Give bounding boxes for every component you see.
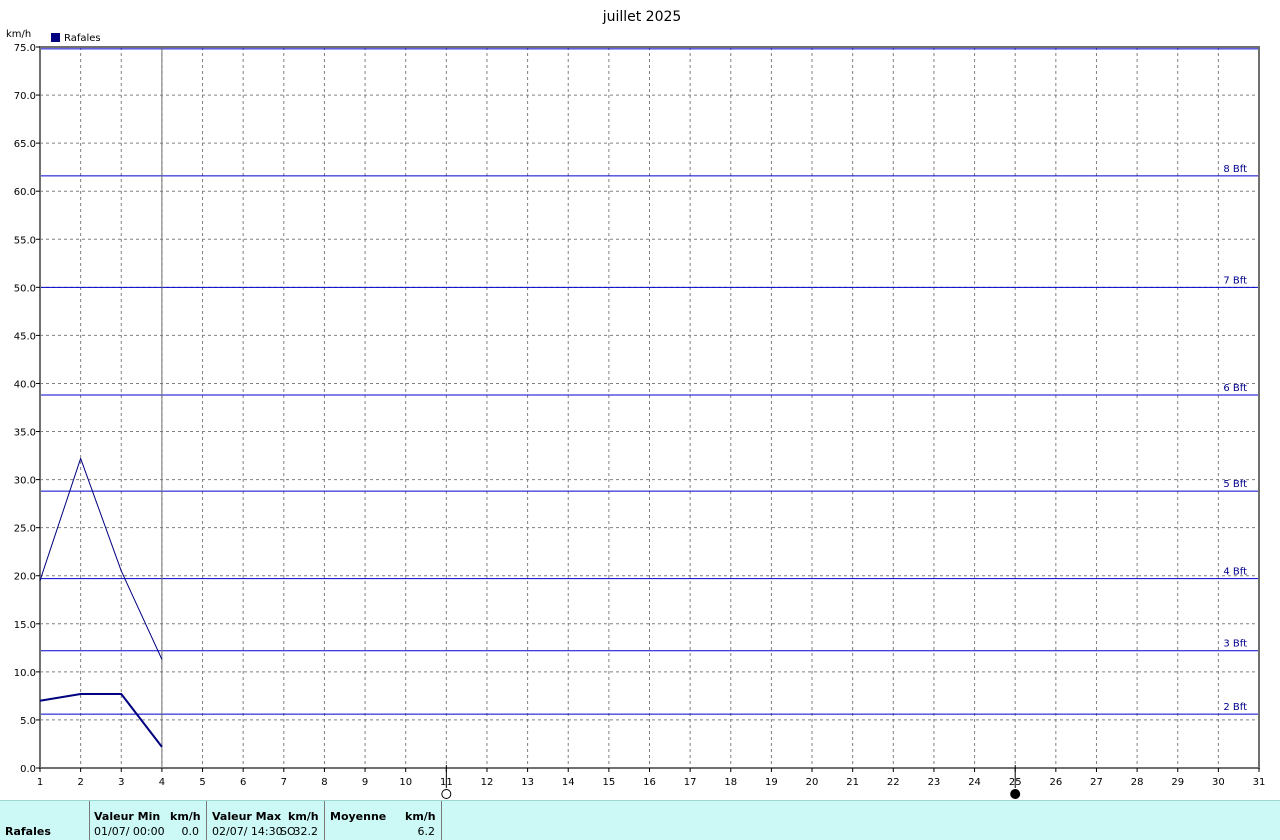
beaufort-label: 6 Bft (1223, 383, 1247, 394)
x-tick-label: 8 (321, 777, 327, 788)
y-tick-label: 30.0 (14, 476, 36, 487)
x-tick-label: 9 (362, 777, 368, 788)
full-moon-icon (441, 789, 452, 799)
stats-divider (324, 801, 325, 840)
beaufort-label: 5 Bft (1223, 479, 1247, 490)
x-tick-label: 18 (724, 777, 737, 788)
x-tick-label: 26 (1049, 777, 1062, 788)
avg-header: Moyenne (330, 810, 387, 823)
stats-row-label: Rafales (5, 825, 51, 838)
y-tick-label: 55.0 (14, 235, 36, 246)
y-tick-label: 75.0 (14, 43, 36, 54)
x-tick-label: 2 (77, 777, 83, 788)
x-tick-label: 17 (684, 777, 697, 788)
max-unit: km/h (288, 810, 319, 823)
beaufort-label: 8 Bft (1223, 164, 1247, 175)
x-tick-label: 15 (602, 777, 615, 788)
x-tick-label: 7 (281, 777, 287, 788)
x-tick-label: 29 (1171, 777, 1184, 788)
x-tick-label: 6 (240, 777, 246, 788)
x-tick-label: 12 (481, 777, 494, 788)
avg-value: 6.2 (417, 825, 436, 838)
x-tick-label: 27 (1090, 777, 1103, 788)
chart-title: juillet 2025 (602, 9, 682, 25)
y-tick-label: 20.0 (14, 572, 36, 583)
max-date: 02/07/ 14:30 (212, 825, 283, 838)
min-header: Valeur Min (94, 810, 161, 823)
series-line-rafales (39, 457, 163, 660)
statistics-panel: Rafales Valeur Min km/h 01/07/ 00:00 0.0… (0, 800, 1280, 840)
y-tick-label: 65.0 (14, 139, 36, 150)
y-tick-label: 25.0 (14, 524, 36, 535)
y-tick-label: 45.0 (14, 331, 36, 342)
beaufort-label: 3 Bft (1223, 639, 1247, 650)
x-tick-label: 3 (118, 777, 124, 788)
x-tick-label: 21 (846, 777, 859, 788)
y-tick-label: 70.0 (14, 91, 36, 102)
y-tick-label: 40.0 (14, 379, 36, 390)
new-moon-icon (1010, 789, 1021, 799)
stats-divider (89, 801, 90, 840)
x-tick-label: 31 (1253, 777, 1266, 788)
x-tick-label: 13 (521, 777, 534, 788)
x-tick-label: 28 (1131, 777, 1144, 788)
beaufort-label: 4 Bft (1223, 567, 1247, 578)
x-tick-label: 14 (562, 777, 575, 788)
y-tick-label: 35.0 (14, 428, 36, 439)
x-tick-label: 24 (968, 777, 981, 788)
y-axis-unit-label: km/h (6, 29, 31, 40)
min-value: 0.0 (181, 825, 200, 838)
x-tick-label: 10 (399, 777, 412, 788)
legend-label-rafales: Rafales (64, 33, 101, 44)
y-tick-label: 10.0 (14, 668, 36, 679)
x-tick-label: 30 (1212, 777, 1225, 788)
stats-divider (206, 801, 207, 840)
x-tick-label: 19 (765, 777, 778, 788)
y-tick-label: 0.0 (20, 764, 36, 775)
x-tick-label: 22 (887, 777, 900, 788)
max-value: 32.2 (293, 825, 319, 838)
max-header: Valeur Max (212, 810, 282, 823)
wind-gust-chart: juillet 2025 km/h Rafales 2 Bft 3 Bft 4 Bf… (6, 9, 1266, 799)
x-tick-label: 23 (928, 777, 941, 788)
x-tick-label: 5 (199, 777, 205, 788)
legend-swatch-rafales (51, 33, 60, 42)
avg-unit: km/h (405, 810, 436, 823)
x-tick-label: 20 (806, 777, 819, 788)
x-tick-label: 4 (159, 777, 165, 788)
min-unit: km/h (170, 810, 201, 823)
y-tick-label: 60.0 (14, 187, 36, 198)
min-date: 01/07/ 00:00 (94, 825, 165, 838)
x-tick-label: 1 (37, 777, 43, 788)
legend: Rafales (51, 33, 101, 44)
beaufort-label: 2 Bft (1223, 702, 1247, 713)
x-tick-label: 16 (643, 777, 656, 788)
stats-divider (441, 801, 442, 840)
y-tick-label: 5.0 (20, 716, 36, 727)
y-tick-label: 15.0 (14, 620, 36, 631)
y-tick-label: 50.0 (14, 283, 36, 294)
beaufort-label: 7 Bft (1223, 275, 1247, 286)
